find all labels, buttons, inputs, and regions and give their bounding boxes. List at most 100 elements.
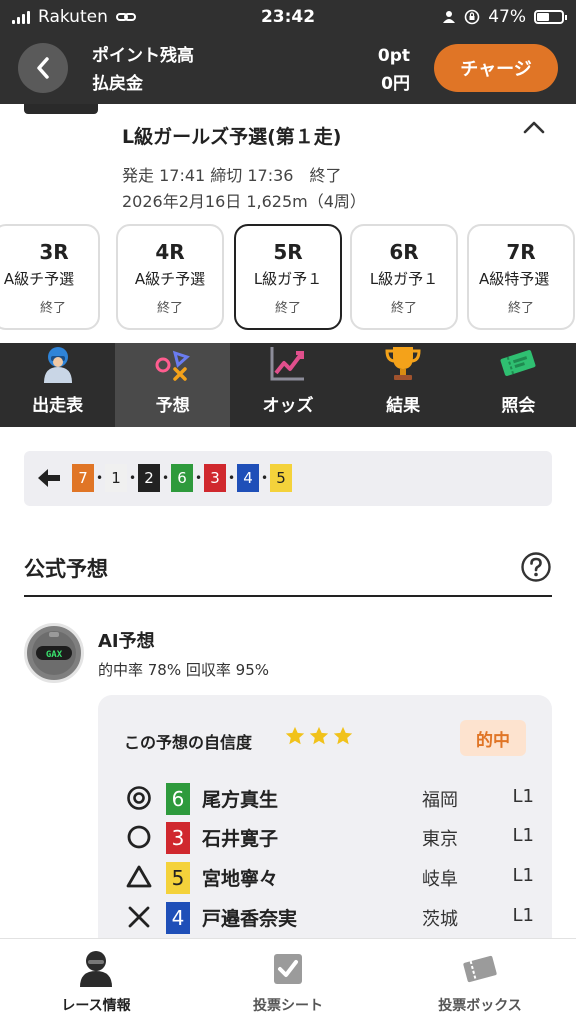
rotation-lock-icon (464, 9, 480, 25)
nav-prediction[interactable]: 予想 (115, 343, 231, 427)
sequence-separator: • (260, 471, 269, 485)
race-tab-status: 終了 (39, 301, 66, 316)
sequence-separator: • (95, 471, 104, 485)
sequence-separator: • (194, 471, 203, 485)
star-icon (285, 726, 305, 745)
ticket-icon (500, 350, 536, 376)
race-tab-7r[interactable]: 7R A級特予選 終了 (467, 224, 575, 330)
pick-class: L1 (512, 905, 534, 926)
pick-number: 3 (166, 822, 190, 854)
pick-prefecture: 岐阜 (422, 869, 458, 890)
race-tab-status: 終了 (274, 301, 301, 316)
star-icon (333, 726, 353, 745)
points-value: 0pt (377, 46, 410, 66)
race-tab-status: 終了 (390, 301, 417, 316)
refund-value: 0円 (381, 74, 410, 94)
pick-name: 宮地寧々 (202, 868, 279, 890)
status-bar: Rakuten 23:42 47% (0, 0, 576, 34)
nav-inquiry[interactable]: 照会 (461, 343, 576, 427)
nav-label: 予想 (155, 396, 190, 416)
pick-row: 5 宮地寧々 岐阜 L1 (126, 862, 536, 894)
tab-race-info[interactable]: レース情報 (0, 939, 192, 1024)
vote-box-icon (463, 955, 497, 983)
nav-label: 結果 (386, 396, 421, 416)
ai-robot-icon: GAX (32, 631, 76, 675)
location-icon (443, 11, 456, 23)
rider-icon (43, 347, 72, 383)
pick-class: L1 (512, 825, 534, 846)
race-tab-4r[interactable]: 4R A級チ予選 終了 (116, 224, 224, 330)
race-date-info: 2026年2月16日 1,625m（4周） (122, 192, 366, 211)
hit-badge: 的中 (460, 720, 526, 756)
sequence-separator: • (128, 471, 137, 485)
cross-mark-icon (128, 906, 150, 928)
pick-row: 6 尾方真生 福岡 L1 (126, 783, 536, 815)
pick-prefecture: 福岡 (422, 790, 458, 811)
sequence-separator: • (227, 471, 236, 485)
nav-label: オッズ (262, 396, 314, 416)
confidence-stars (284, 725, 354, 747)
pick-row: 4 戸邉香奈実 茨城 L1 (126, 902, 536, 934)
race-tab-number: 5R (273, 240, 303, 264)
chevron-left-icon (37, 57, 49, 79)
prediction-card: この予想の自信度 的中 6 尾方真生 福岡 L1 3 石井寛子 東京 L1 5 … (98, 695, 552, 975)
help-icon[interactable] (520, 551, 552, 583)
vote-sheet-icon (274, 954, 302, 984)
race-title: L級ガールズ予選(第１走) (122, 126, 342, 148)
finish-number: 1 (105, 464, 127, 492)
race-thumbnail (24, 104, 98, 114)
nav-results[interactable]: 結果 (346, 343, 461, 427)
race-tab-name: A級チ予選 (3, 270, 75, 288)
finish-number: 4 (237, 464, 259, 492)
race-tab-5r[interactable]: 5R L級ガ予１ 終了 (234, 224, 342, 330)
tab-vote-sheet[interactable]: 投票シート (192, 939, 384, 1024)
pick-name: 戸邉香奈実 (202, 908, 298, 930)
sequence-separator: • (161, 471, 170, 485)
prediction-icon (155, 350, 190, 381)
charge-button[interactable]: チャージ (434, 44, 558, 92)
circle-mark-icon (127, 825, 151, 849)
pick-row: 3 石井寛子 東京 L1 (126, 822, 536, 854)
bottom-tab-bar: レース情報 投票シート 投票ボックス (0, 938, 576, 1024)
battery-percent: 47% (488, 7, 526, 27)
nav-entry-table[interactable]: 出走表 (0, 343, 115, 427)
pick-number: 5 (166, 862, 190, 894)
back-button[interactable] (18, 43, 68, 93)
nav-label: 照会 (501, 396, 536, 416)
race-tab-6r[interactable]: 6R L級ガ予１ 終了 (350, 224, 458, 330)
tab-label: 投票シート (253, 998, 323, 1014)
race-tab-status: 終了 (507, 301, 534, 316)
chevron-up-icon[interactable] (522, 118, 546, 136)
tab-label: 投票ボックス (438, 998, 522, 1014)
odds-chart-icon (270, 347, 304, 381)
nav-odds[interactable]: オッズ (230, 343, 345, 427)
finish-number: 3 (204, 464, 226, 492)
svg-text:GAX: GAX (46, 650, 63, 660)
pick-class: L1 (512, 865, 534, 886)
pick-number: 6 (166, 783, 190, 815)
race-tab-name: A級チ予選 (134, 270, 206, 288)
race-tab-name: L級ガ予１ (253, 270, 323, 288)
pick-class: L1 (512, 786, 534, 807)
finish-number: 2 (138, 464, 160, 492)
race-info-panel: L級ガールズ予選(第１走) 発走 17:41 締切 17:36 終了 2026年… (0, 104, 576, 220)
race-tab-name: A級特予選 (479, 270, 550, 288)
pick-number: 4 (166, 902, 190, 934)
finish-number: 7 (72, 464, 94, 492)
ai-stats: 的中率 78% 回収率 95% (98, 661, 269, 679)
trophy-icon (385, 347, 421, 380)
pick-name: 尾方真生 (202, 789, 279, 811)
refund-label: 払戻金 (92, 74, 143, 94)
race-tab-3r[interactable]: 3R A級チ予選 終了 (0, 224, 100, 330)
app-header: ポイント残高 払戻金 0pt 0円 チャージ (0, 34, 576, 104)
tab-label: レース情報 (61, 998, 131, 1014)
race-info-icon (80, 951, 112, 987)
points-label: ポイント残高 (92, 46, 194, 66)
finish-order-bar: 7 • 1 • 2 • 6 • 3 • 4 • 5 (24, 451, 552, 506)
ai-name: AI予想 (98, 631, 155, 652)
race-tab-status: 終了 (156, 301, 183, 316)
ai-avatar: GAX (24, 623, 84, 683)
battery-icon (534, 10, 567, 24)
section-divider (24, 595, 552, 597)
tab-vote-box[interactable]: 投票ボックス (384, 939, 576, 1024)
